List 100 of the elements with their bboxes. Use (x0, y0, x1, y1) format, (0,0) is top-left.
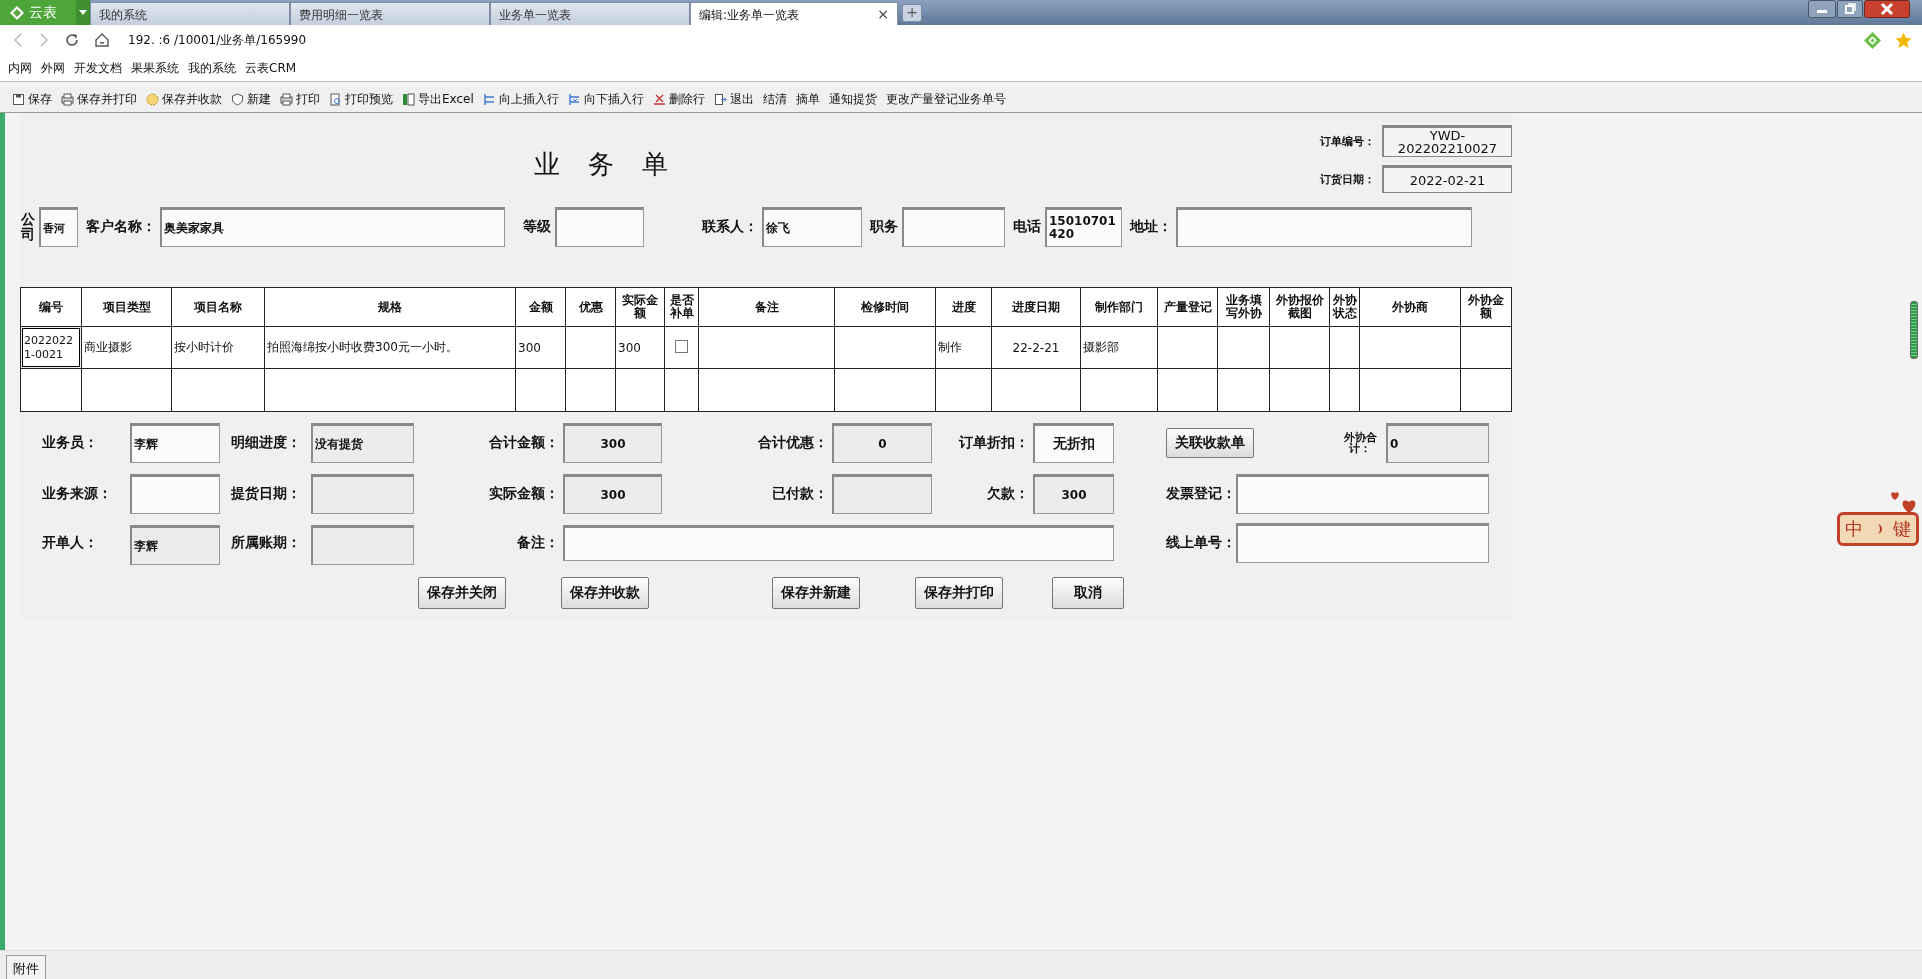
browser-tab[interactable]: 编辑:业务单一览表 × (690, 2, 898, 25)
toolbar-button[interactable]: 退出 (713, 91, 754, 108)
address-field[interactable]: 192. :6 /10001/业务单/165990 (128, 31, 307, 49)
field-label: 已付款： (771, 485, 829, 503)
field-label: 地址： (1130, 218, 1172, 236)
bookmark-link[interactable]: 外网 (41, 59, 65, 77)
bookmark-link[interactable]: 开发文档 (74, 59, 122, 77)
action-button[interactable]: 保存并新建 (772, 577, 860, 609)
column-header: 规格 (264, 287, 516, 327)
online-number-field[interactable] (1236, 523, 1489, 563)
browser-tab[interactable]: 业务单一览表 (490, 2, 690, 25)
paid-field[interactable] (832, 474, 932, 514)
close-icon[interactable] (1864, 0, 1910, 18)
toolbar-button[interactable]: 删除行 (652, 91, 705, 108)
action-button[interactable]: 保存并关闭 (418, 577, 506, 609)
field-label: 公司 (21, 211, 35, 243)
column-header: 外协商 (1359, 287, 1461, 327)
close-icon[interactable]: × (877, 6, 889, 22)
home-icon[interactable] (94, 32, 110, 48)
field-label: 电话 (1013, 218, 1041, 236)
browser-tab[interactable]: 我的系统 (90, 2, 290, 25)
shield-icon (231, 93, 244, 106)
toolbar-button[interactable]: 打印 (280, 91, 320, 108)
source-field[interactable] (130, 474, 220, 514)
creator-field[interactable]: 李辉 (130, 525, 220, 565)
remark-field[interactable] (563, 525, 1114, 561)
link-receipt-button[interactable]: 关联收款单 (1166, 428, 1254, 458)
field-label: 实际金额： (488, 485, 560, 503)
action-button[interactable]: 保存并打印 (915, 577, 1003, 609)
address-field[interactable] (1176, 207, 1472, 247)
toolbar-button[interactable]: 通知提货 (828, 91, 877, 108)
field-label: 订单编号： (1320, 133, 1376, 149)
phone-field[interactable]: 15010701420 (1045, 207, 1122, 247)
toolbar-button[interactable]: 结清 (762, 91, 787, 108)
checkbox[interactable] (675, 339, 688, 353)
forward-icon[interactable] (38, 33, 50, 47)
owed-field[interactable]: 300 (1033, 474, 1114, 514)
action-button[interactable]: 取消 (1052, 577, 1124, 609)
minimize-icon[interactable] (1808, 0, 1836, 18)
field-label: 业务来源： (41, 485, 113, 503)
field-label: 客户名称： (86, 218, 156, 236)
reload-icon[interactable] (64, 32, 80, 48)
restore-icon[interactable] (1837, 0, 1863, 18)
invoice-field[interactable] (1236, 474, 1489, 514)
column-header: 是否补单 (664, 287, 699, 327)
position-field[interactable] (902, 207, 1005, 247)
input-method-widget[interactable]: 中 键 (1837, 512, 1919, 546)
toolbar-button[interactable]: 保存并收款 (146, 91, 222, 108)
delete-icon (652, 93, 666, 106)
column-header: 业务填写外协 (1217, 287, 1270, 327)
star-icon[interactable] (1895, 31, 1912, 49)
column-header: 产量登记 (1157, 287, 1218, 327)
order-number-field[interactable]: YWD-202202210027 (1382, 125, 1512, 157)
field-label: 所属账期： (230, 534, 302, 552)
field-label: 合计金额： (488, 434, 560, 452)
toolbar-button[interactable]: 保存 (12, 91, 52, 108)
column-header: 项目名称 (171, 287, 265, 327)
order-date-field[interactable]: 2022-02-21 (1382, 165, 1512, 193)
bookmark-link[interactable]: 我的系统 (188, 59, 236, 77)
column-header: 外协报价截图 (1269, 287, 1330, 327)
toolbar-button[interactable]: 向上插入行 (482, 91, 559, 108)
toolbar-button[interactable]: 向下插入行 (567, 91, 644, 108)
column-header: 外协金额 (1460, 287, 1512, 327)
scroll-indicator (1910, 301, 1918, 359)
toolbar-button[interactable]: 新建 (231, 91, 271, 108)
company-field[interactable]: 香河 (39, 207, 78, 247)
toolbar-button[interactable]: 保存并打印 (61, 91, 137, 108)
toolbar-button[interactable]: 更改产量登记业务单号 (885, 91, 1006, 108)
bookmark-link[interactable]: 内网 (8, 59, 32, 77)
dropdown-button[interactable] (76, 0, 90, 25)
table-cell-text: 22-2-21 (1011, 340, 1061, 355)
field-label: 订货日期： (1320, 171, 1376, 187)
period-field[interactable] (311, 525, 414, 565)
column-header: 实际金额 (615, 287, 665, 327)
field-label: 等级 (523, 218, 551, 236)
grade-field[interactable] (555, 207, 644, 247)
table-cell: 300 (518, 340, 541, 355)
app-name: 云表 (29, 3, 57, 22)
browser-tab[interactable]: 费用明细一览表 (290, 2, 490, 25)
diamond-icon[interactable] (1864, 31, 1881, 49)
toolbar-button[interactable]: 导出Excel (402, 91, 474, 108)
action-button[interactable]: 保存并收款 (561, 577, 649, 609)
total-discount-field[interactable]: 0 (832, 423, 932, 463)
field-label: 订单折扣： (957, 434, 1030, 452)
customer-field[interactable]: 奥美家家具 (160, 207, 505, 247)
new-tab-button[interactable]: + (902, 4, 922, 22)
salesperson-field[interactable]: 李辉 (130, 423, 220, 463)
toolbar-button[interactable]: 打印预览 (329, 91, 393, 108)
bookmark-link[interactable]: 果果系统 (131, 59, 179, 77)
contact-field[interactable]: 徐飞 (762, 207, 862, 247)
outsource-total-field[interactable]: 0 (1386, 423, 1489, 463)
back-icon[interactable] (12, 33, 24, 47)
order-discount-field[interactable]: 无折扣 (1033, 423, 1114, 463)
attachment-tab[interactable]: 附件 (6, 955, 46, 979)
progress-field[interactable]: 没有提货 (311, 423, 414, 463)
bookmark-link[interactable]: 云表CRM (245, 59, 297, 77)
pickup-date-field[interactable] (311, 474, 414, 514)
total-amount-field[interactable]: 300 (563, 423, 662, 463)
toolbar-button[interactable]: 摘单 (795, 91, 820, 108)
actual-amount-field[interactable]: 300 (563, 474, 662, 514)
